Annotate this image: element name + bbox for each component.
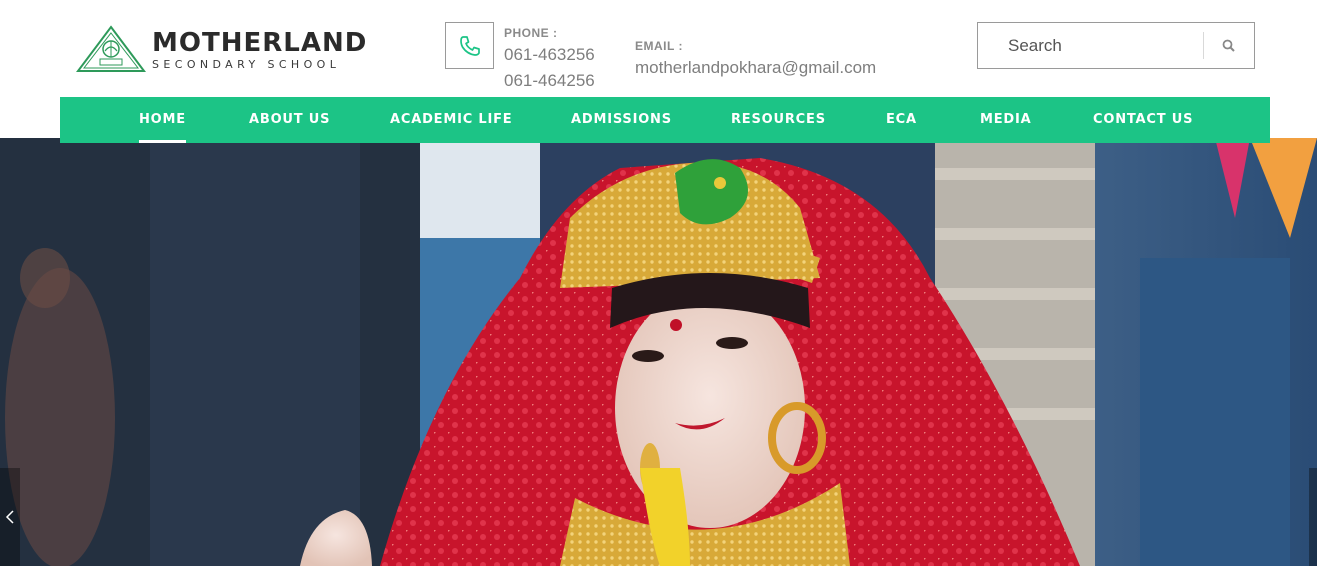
phone-number-2[interactable]: 061-464256 [504,71,595,91]
site-header: MOTHERLAND SECONDARY SCHOOL PHONE : 061-… [0,0,1317,97]
main-nav: HOME ABOUT US ACADEMIC LIFE ADMISSIONS R… [60,97,1270,143]
school-name: MOTHERLAND [152,27,368,58]
nav-about-us[interactable]: ABOUT US [249,97,330,143]
school-logo[interactable]: MOTHERLAND SECONDARY SCHOOL [76,24,376,74]
search-icon [1222,39,1235,52]
phone-number-1[interactable]: 061-463256 [504,45,595,65]
hero-slider [0,138,1317,566]
search-box [977,22,1255,69]
search-divider [1203,32,1204,59]
nav-eca[interactable]: ECA [886,97,917,143]
slider-next-button[interactable] [1309,468,1317,566]
slider-prev-button[interactable] [0,468,20,566]
hero-image [0,138,1317,566]
phone-label: PHONE : [504,26,558,40]
nav-admissions[interactable]: ADMISSIONS [571,97,672,143]
search-input[interactable] [979,24,1203,67]
email-address[interactable]: motherlandpokhara@gmail.com [635,58,876,78]
phone-icon [459,35,480,56]
email-label: EMAIL : [635,39,683,53]
school-tagline: SECONDARY SCHOOL [152,57,341,71]
nav-academic-life[interactable]: ACADEMIC LIFE [390,97,512,143]
nav-contact-us[interactable]: CONTACT US [1093,97,1193,143]
search-button[interactable] [1214,31,1242,59]
chevron-left-icon [5,510,14,524]
phone-icon-box [445,22,494,69]
nav-home[interactable]: HOME [139,97,186,143]
school-emblem-icon [76,25,146,72]
nav-resources[interactable]: RESOURCES [731,97,826,143]
nav-media[interactable]: MEDIA [980,97,1032,143]
